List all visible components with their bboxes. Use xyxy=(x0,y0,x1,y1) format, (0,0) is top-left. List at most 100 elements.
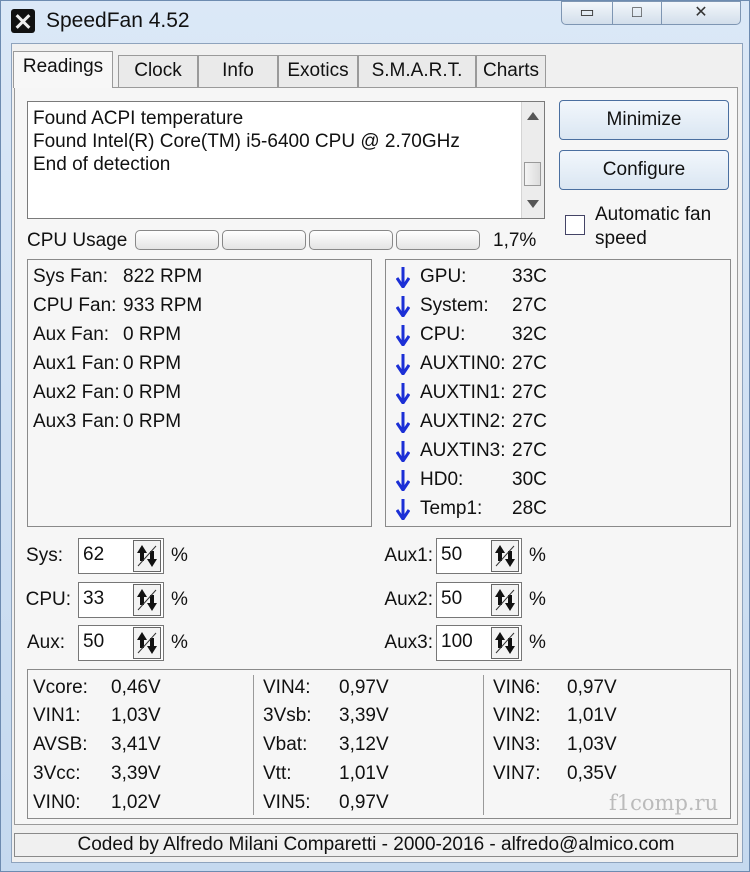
fan-reading: Aux1 Fan: 0 RPM xyxy=(33,353,181,375)
voltage-value: 1,03V xyxy=(111,705,161,726)
speedfan-app-icon xyxy=(11,9,35,33)
voltage-value: 0,97V xyxy=(567,677,617,698)
speed-unit: % xyxy=(171,545,188,566)
voltage-value: 3,39V xyxy=(111,763,161,784)
down-arrow-icon xyxy=(396,296,410,317)
fan-label: Aux Fan: xyxy=(33,324,110,345)
voltage-value: 3,12V xyxy=(339,734,389,755)
temperature-value: 27C xyxy=(512,353,547,374)
tab-info[interactable]: Info xyxy=(198,55,278,87)
temperature-value: 27C xyxy=(512,440,547,461)
speed-label: Sys: xyxy=(26,545,63,566)
speed-value: 50 xyxy=(441,544,463,565)
voltage-reading: VIN6: 0,97V xyxy=(493,677,617,699)
minimize-icon: ▭ xyxy=(579,4,595,21)
down-arrow-icon xyxy=(396,354,410,375)
speed-input[interactable]: 100 xyxy=(436,625,522,661)
window-close-button[interactable]: ✕ xyxy=(661,1,741,25)
voltage-reading: Vcore: 0,46V xyxy=(33,677,161,699)
speed-input[interactable]: 33 xyxy=(78,582,164,618)
fan-value: 0 RPM xyxy=(123,353,182,374)
voltage-reading: 3Vsb: 3,39V xyxy=(263,705,389,727)
spin-button[interactable] xyxy=(491,627,519,659)
configure-button[interactable]: Configure xyxy=(559,150,729,190)
speed-label: Aux3: xyxy=(384,632,433,653)
temperature-label: GPU: xyxy=(420,266,467,287)
voltage-reading: VIN3: 1,03V xyxy=(493,734,617,756)
temperature-value: 30C xyxy=(512,469,547,490)
speed-input[interactable]: 62 xyxy=(78,538,164,574)
voltage-label: VIN4: xyxy=(263,677,311,698)
temperature-label: AUXTIN1: xyxy=(420,382,506,403)
log-line: Found Intel(R) Core(TM) i5-6400 CPU @ 2.… xyxy=(33,131,460,152)
temperature-label: AUXTIN0: xyxy=(420,353,506,374)
fan-reading: Sys Fan: 822 RPM xyxy=(33,266,202,288)
spin-button[interactable] xyxy=(491,584,519,616)
log-line: End of detection xyxy=(33,154,171,175)
fan-label: Aux1 Fan: xyxy=(33,353,120,374)
cpu-usage-label: CPU Usage xyxy=(27,230,128,251)
speed-unit: % xyxy=(171,589,188,610)
log-line: Found ACPI temperature xyxy=(33,108,244,129)
temperature-value: 27C xyxy=(512,382,547,403)
voltage-label: VIN6: xyxy=(493,677,541,698)
spin-arrows-icon xyxy=(137,632,157,654)
voltage-reading: VIN7: 0,35V xyxy=(493,763,617,785)
detection-log[interactable]: Found ACPI temperature Found Intel(R) Co… xyxy=(27,101,545,219)
down-arrow-icon xyxy=(396,383,410,404)
spin-button[interactable] xyxy=(133,627,161,659)
scroll-thumb[interactable] xyxy=(524,162,541,186)
speed-unit: % xyxy=(529,589,546,610)
scroll-up-icon[interactable] xyxy=(527,112,539,120)
fan-reading: Aux Fan: 0 RPM xyxy=(33,324,181,346)
spin-button[interactable] xyxy=(133,540,161,572)
speed-unit: % xyxy=(171,632,188,653)
maximize-icon: □ xyxy=(632,4,642,21)
window-maximize-button[interactable]: □ xyxy=(612,1,662,25)
speed-input[interactable]: 50 xyxy=(78,625,164,661)
credits-footer: Coded by Alfredo Milani Comparetti - 200… xyxy=(14,833,738,857)
scroll-down-icon[interactable] xyxy=(527,200,539,208)
temperature-label: CPU: xyxy=(420,324,466,345)
speed-unit: % xyxy=(529,632,546,653)
log-scrollbar[interactable] xyxy=(521,102,544,218)
down-arrow-icon xyxy=(396,325,410,346)
spin-arrows-icon xyxy=(495,589,515,611)
automatic-fan-speed-checkbox[interactable] xyxy=(565,215,585,235)
spin-button[interactable] xyxy=(491,540,519,572)
fan-value: 0 RPM xyxy=(123,411,182,432)
spin-arrows-icon xyxy=(495,545,515,567)
tab-charts[interactable]: Charts xyxy=(476,55,546,87)
temperature-value: 27C xyxy=(512,411,547,432)
cpu-usage-bar xyxy=(135,230,219,250)
tab-smart[interactable]: S.M.A.R.T. xyxy=(358,55,476,87)
voltage-label: Vcore: xyxy=(33,677,88,698)
tab-clock[interactable]: Clock xyxy=(118,55,198,87)
spin-arrows-icon xyxy=(495,632,515,654)
window-minimize-button[interactable]: ▭ xyxy=(561,1,613,25)
spin-arrows-icon xyxy=(137,589,157,611)
voltage-reading: VIN1: 1,03V xyxy=(33,705,161,727)
speed-input[interactable]: 50 xyxy=(436,582,522,618)
fan-label: Aux2 Fan: xyxy=(33,382,120,403)
speed-unit: % xyxy=(529,545,546,566)
temperature-value: 33C xyxy=(512,266,547,287)
tab-readings[interactable]: Readings xyxy=(13,51,113,88)
watermark: f1comp.ru xyxy=(609,791,719,815)
window-title: SpeedFan 4.52 xyxy=(46,9,190,32)
temperature-label: AUXTIN2: xyxy=(420,411,506,432)
spin-button[interactable] xyxy=(133,584,161,616)
voltage-reading: 3Vcc: 3,39V xyxy=(33,763,161,785)
speedfan-window: SpeedFan 4.52 ▭ □ ✕ Readings Clock Info … xyxy=(0,0,750,872)
title-bar[interactable]: SpeedFan 4.52 ▭ □ ✕ xyxy=(1,1,750,41)
minimize-button[interactable]: Minimize xyxy=(559,100,729,140)
voltage-value: 1,02V xyxy=(111,792,161,813)
voltage-value: 3,39V xyxy=(339,705,389,726)
fan-reading: Aux2 Fan: 0 RPM xyxy=(33,382,181,404)
fan-label: CPU Fan: xyxy=(33,295,117,316)
automatic-fan-speed-label: Automatic fan speed xyxy=(595,204,712,249)
voltage-label: AVSB: xyxy=(33,734,88,755)
voltage-reading: Vtt: 1,01V xyxy=(263,763,389,785)
tab-exotics[interactable]: Exotics xyxy=(278,55,358,87)
speed-input[interactable]: 50 xyxy=(436,538,522,574)
